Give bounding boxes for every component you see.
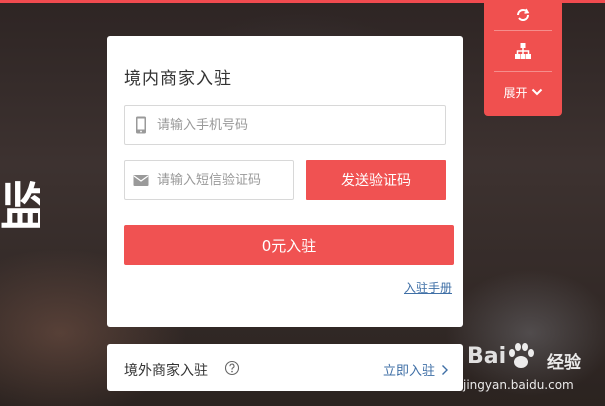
free-join-button[interactable]: 0元入驻 <box>124 225 454 265</box>
phone-field <box>124 105 446 145</box>
expand-label: 展开 <box>503 85 528 100</box>
background-headline-fragment: 监 <box>0 178 40 236</box>
sms-code-field <box>124 160 294 200</box>
join-manual-link[interactable]: 入驻手册 <box>404 279 452 296</box>
message-icon <box>133 175 149 186</box>
question-circle-icon[interactable] <box>224 360 240 376</box>
refresh-button[interactable] <box>484 0 562 30</box>
watermark-brand: Bai <box>467 344 507 369</box>
card-title: 境内商家入驻 <box>124 69 232 89</box>
join-now-label: 立即入驻 <box>382 364 435 379</box>
floating-tool-panel: 展开 <box>484 0 562 116</box>
refresh-icon <box>517 8 530 21</box>
watermark-url: jingyan.baidu.com <box>463 378 574 392</box>
sms-code-input[interactable] <box>157 161 291 199</box>
baidu-jingyan-watermark: Bai 经验 jingyan.baidu.com <box>463 338 603 404</box>
chevron-down-icon <box>531 88 542 96</box>
send-code-button[interactable]: 发送验证码 <box>306 160 446 200</box>
overseas-merchant-card: 境外商家入驻 立即入驻 <box>107 344 463 391</box>
sitemap-icon <box>515 43 531 59</box>
chevron-right-icon <box>442 364 448 375</box>
sitemap-button[interactable] <box>484 31 562 71</box>
paw-icon <box>509 343 534 368</box>
phone-input[interactable] <box>157 106 437 144</box>
domestic-merchant-card: 境内商家入驻 发送验证码 0元入驻 入驻手册 <box>107 36 463 327</box>
join-now-link[interactable]: 立即入驻 <box>383 360 449 379</box>
watermark-jingyan: 经验 <box>547 353 581 373</box>
overseas-title: 境外商家入驻 <box>124 363 208 379</box>
expand-button[interactable]: 展开 <box>484 72 562 112</box>
phone-icon <box>136 116 146 134</box>
